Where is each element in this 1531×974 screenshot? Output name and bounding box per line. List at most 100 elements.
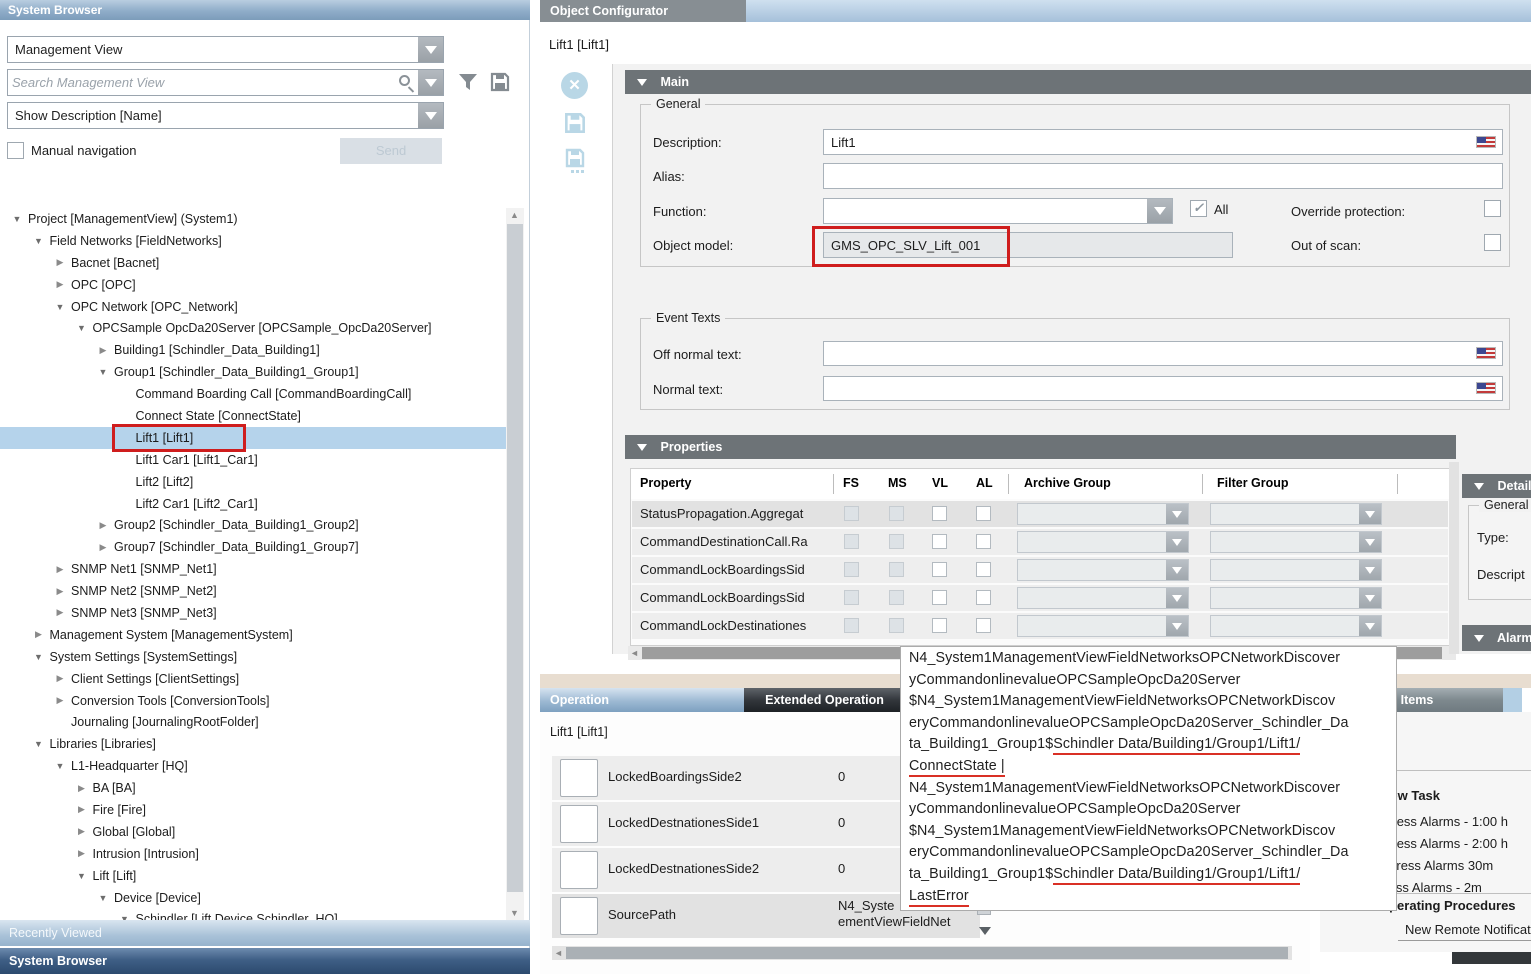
expand-arrow-icon[interactable]: ▶ <box>51 673 69 684</box>
collapse-arrow-icon[interactable]: ▼ <box>51 761 69 771</box>
tree-item[interactable]: ▶Bacnet [Bacnet] <box>0 252 506 274</box>
collapse-arrow-icon[interactable]: ▼ <box>30 652 48 662</box>
fs-checkbox[interactable] <box>844 506 859 521</box>
expand-arrow-icon[interactable]: ▶ <box>94 542 112 553</box>
recently-viewed-bar[interactable]: Recently Viewed <box>0 920 530 946</box>
tree-item[interactable]: ▼System Settings [SystemSettings] <box>0 646 506 668</box>
related-item[interactable]: New Remote Notifications <box>1405 922 1531 937</box>
vl-checkbox[interactable] <box>932 590 947 605</box>
chevron-down-icon[interactable] <box>1166 588 1188 608</box>
tree-item[interactable]: Connect State [ConnectState] <box>0 405 506 427</box>
tree-item[interactable]: ▶SNMP Net1 [SNMP_Net1] <box>0 558 506 580</box>
expand-arrow-icon[interactable]: ▶ <box>30 629 48 640</box>
collapse-arrow-icon[interactable]: ▼ <box>51 302 69 312</box>
expand-arrow-icon[interactable]: ▶ <box>73 783 91 794</box>
save-icon[interactable] <box>562 110 586 134</box>
scroll-down-icon[interactable]: ▼ <box>510 908 519 918</box>
tree-item[interactable]: ▼Lift [Lift] <box>0 865 506 887</box>
scrollbar-thumb[interactable] <box>507 224 523 892</box>
tree-item[interactable]: ▶SNMP Net3 [SNMP_Net3] <box>0 602 506 624</box>
tree-item[interactable]: ▼Group1 [Schindler_Data_Building1_Group1… <box>0 361 506 383</box>
expand-arrow-icon[interactable]: ▶ <box>73 848 91 859</box>
collapse-arrow-icon[interactable] <box>637 444 647 451</box>
tree-item[interactable]: ▼Project [ManagementView] (System1) <box>0 208 506 230</box>
off-normal-text-field[interactable] <box>823 341 1503 366</box>
tab-object-configurator[interactable]: Object Configurator <box>540 0 746 22</box>
chevron-down-icon[interactable] <box>418 37 443 62</box>
tree-item[interactable]: Lift2 [Lift2] <box>0 471 506 493</box>
expand-arrow-icon[interactable]: ▶ <box>51 564 69 575</box>
tree-item[interactable]: ▶BA [BA] <box>0 777 506 799</box>
related-item[interactable]: Operating Procedures <box>1379 898 1516 913</box>
tree-item[interactable]: ▶Fire [Fire] <box>0 799 506 821</box>
tree-item[interactable]: Lift1 Car1 [Lift1_Car1] <box>0 449 506 471</box>
tree-item[interactable]: ▶Group2 [Schindler_Data_Building1_Group2… <box>0 514 506 536</box>
filter-group-select[interactable] <box>1210 503 1382 525</box>
operation-checkbox[interactable] <box>560 759 598 797</box>
section-properties-header[interactable]: Properties <box>625 435 1456 459</box>
expand-arrow-icon[interactable]: ▶ <box>73 804 91 815</box>
tree-item[interactable]: ▼Field Networks [FieldNetworks] <box>0 230 506 252</box>
vl-checkbox[interactable] <box>932 562 947 577</box>
expand-arrow-icon[interactable]: ▶ <box>51 607 69 618</box>
chevron-down-icon[interactable] <box>1359 504 1381 524</box>
filter-group-select[interactable] <box>1210 559 1382 581</box>
scroll-up-icon[interactable]: ▲ <box>510 210 519 220</box>
normal-text-field[interactable] <box>823 376 1503 401</box>
tree-item[interactable]: ▼OPC Network [OPC_Network] <box>0 296 506 318</box>
chevron-down-icon[interactable] <box>1147 199 1172 223</box>
operation-hscrollbar[interactable]: ◄ <box>552 946 1292 960</box>
search-icon[interactable] <box>399 75 410 86</box>
save-icon[interactable] <box>488 70 512 94</box>
expand-arrow-icon[interactable]: ▶ <box>94 520 112 531</box>
tree-item[interactable]: ▼L1-Headquarter [HQ] <box>0 755 506 777</box>
fs-checkbox[interactable] <box>844 618 859 633</box>
ms-checkbox[interactable] <box>889 506 904 521</box>
archive-group-select[interactable] <box>1017 503 1189 525</box>
section-main-header[interactable]: Main <box>625 70 1531 94</box>
ms-checkbox[interactable] <box>889 534 904 549</box>
collapse-arrow-icon[interactable] <box>1474 483 1484 490</box>
tab-extended-operation[interactable]: Extended Operation <box>744 688 905 712</box>
filter-icon[interactable] <box>456 70 480 94</box>
expand-arrow-icon[interactable]: ▶ <box>51 586 69 597</box>
override-protection-checkbox[interactable] <box>1484 200 1501 217</box>
fs-checkbox[interactable] <box>844 534 859 549</box>
description-field[interactable]: Lift1 <box>823 129 1503 155</box>
scroll-down-icon[interactable] <box>979 927 991 935</box>
ms-checkbox[interactable] <box>889 618 904 633</box>
filter-group-select[interactable] <box>1210 587 1382 609</box>
language-flag-icon[interactable] <box>1476 136 1496 148</box>
tree-item[interactable]: ▶Conversion Tools [ConversionTools] <box>0 690 506 712</box>
chevron-down-icon[interactable] <box>1166 616 1188 636</box>
tab-operation[interactable]: Operation <box>540 688 744 712</box>
expand-arrow-icon[interactable]: ▶ <box>73 826 91 837</box>
function-selector[interactable] <box>823 198 1173 224</box>
al-checkbox[interactable] <box>976 506 991 521</box>
all-checkbox[interactable]: ✓ <box>1190 200 1207 217</box>
chevron-down-icon[interactable] <box>1359 532 1381 552</box>
tree-item[interactable]: ▶Intrusion [Intrusion] <box>0 843 506 865</box>
tree-item[interactable]: ▼Libraries [Libraries] <box>0 733 506 755</box>
tree-item[interactable]: ▶Client Settings [ClientSettings] <box>0 668 506 690</box>
chevron-down-icon[interactable] <box>1166 504 1188 524</box>
tree-item[interactable]: Command Boarding Call [CommandBoardingCa… <box>0 383 506 405</box>
tree-item[interactable]: Lift2 Car1 [Lift2_Car1] <box>0 493 506 515</box>
section-alarm-header[interactable]: Alarm <box>1462 625 1531 651</box>
archive-group-select[interactable] <box>1017 615 1189 637</box>
operation-checkbox[interactable] <box>560 805 598 843</box>
tree-item[interactable]: ▼Device [Device] <box>0 887 506 909</box>
chevron-down-icon[interactable] <box>418 103 443 128</box>
bottom-scrollbar[interactable] <box>1452 952 1531 964</box>
tree-item[interactable]: ▶Group7 [Schindler_Data_Building1_Group7… <box>0 536 506 558</box>
scrollbar-thumb[interactable] <box>566 947 1288 959</box>
expand-arrow-icon[interactable]: ▶ <box>51 695 69 706</box>
tree-item[interactable]: ▶Global [Global] <box>0 821 506 843</box>
operation-checkbox[interactable] <box>560 897 598 935</box>
chevron-down-icon[interactable] <box>1166 532 1188 552</box>
tree-item[interactable]: ▶Building1 [Schindler_Data_Building1] <box>0 339 506 361</box>
collapse-arrow-icon[interactable]: ▼ <box>73 871 91 881</box>
fs-checkbox[interactable] <box>844 562 859 577</box>
tab-scroll-button[interactable] <box>1503 688 1522 712</box>
properties-vscrollbar[interactable] <box>1449 462 1459 654</box>
